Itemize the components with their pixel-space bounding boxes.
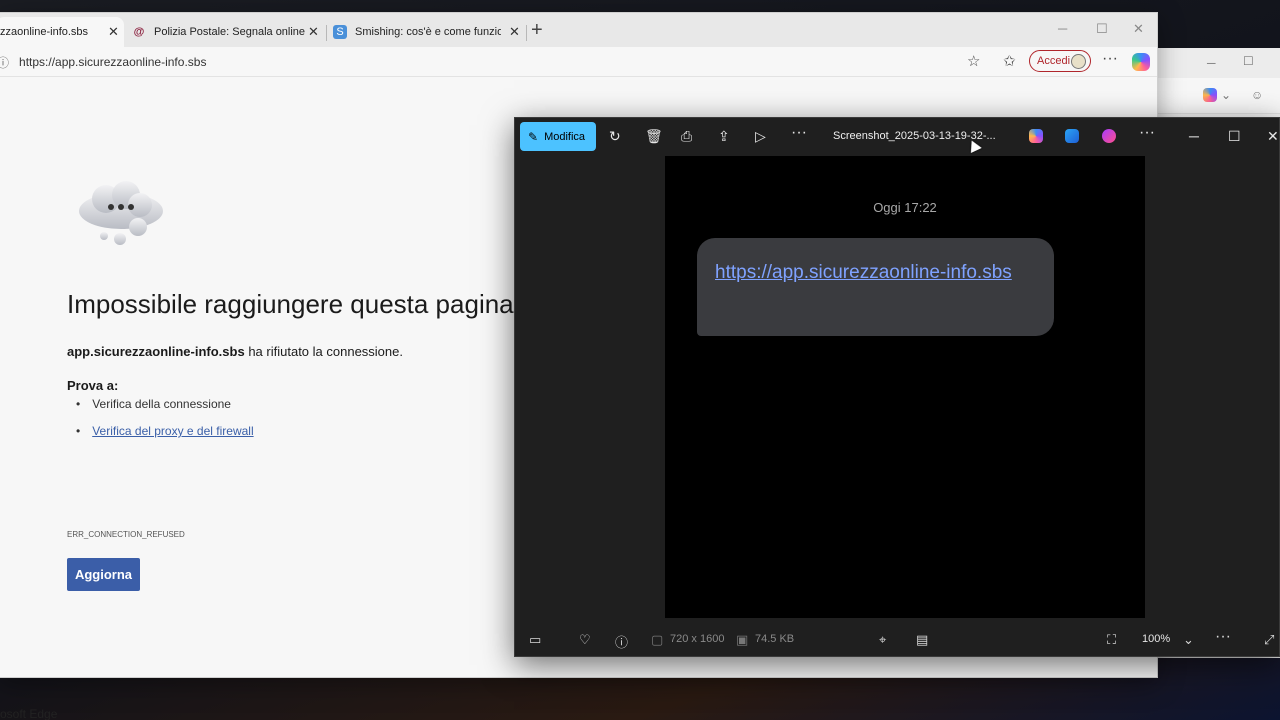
print-icon[interactable]: ⎙ [681,128,692,145]
close-tab-icon[interactable]: ✕ [308,24,319,40]
dimensions-icon: ▢ [651,632,664,647]
list-item: • Verifica del proxy e del firewall [76,424,254,438]
profile-icon[interactable]: ☺ [1251,88,1263,102]
clipchamp-icon[interactable] [1102,129,1116,143]
tab-title: zzaonline-info.sbs [0,26,89,38]
viewer-toolbar: ✎ Modifica ↻ 🗑 ⎙ ⇪ ▷ ··· Screenshot_2025… [515,118,1279,156]
screenshot-image[interactable]: Oggi 17:22 https://app.sicurezzaonline-i… [665,156,1145,618]
error-code: ERR_CONNECTION_REFUSED [67,530,185,539]
zoom-level[interactable]: 100% [1142,633,1170,645]
background-titlebar: ─ ☐ [1151,48,1280,78]
favorite-star-icon[interactable]: ☆ [967,52,980,70]
more-options-icon[interactable]: ··· [1102,50,1118,68]
copilot-icon[interactable] [1029,129,1043,143]
list-item: • Verifica della connessione [76,397,231,411]
error-host: app.sicurezzaonline-info.sbs [67,344,245,359]
visual-search-icon[interactable]: ⌖ [879,632,886,648]
tab-separator [526,25,527,41]
filmstrip-icon[interactable]: ▭ [529,632,541,648]
favorite-heart-icon[interactable]: ♡ [579,632,591,648]
chevron-down-icon[interactable]: ⌄ [1221,88,1231,102]
sad-cloud-icon [79,181,163,245]
tab-title: Smishing: cos'è e come funziona [355,26,501,38]
signin-label: Accedi [1037,55,1071,67]
maximize-icon[interactable]: ☐ [1096,21,1108,37]
brand-footer: osoft Edge [0,707,58,720]
delete-icon[interactable]: 🗑 [645,128,663,145]
sms-link: https://app.sicurezzaonline-info.sbs [715,262,1012,283]
more-options-icon[interactable]: ··· [791,124,807,142]
text-scan-icon[interactable]: ▤ [916,632,928,648]
browser-toolbar: ⓘ https://app.sicurezzaonline-info.sbs ☆… [0,47,1157,77]
minimize-icon[interactable]: ─ [1189,128,1199,144]
slideshow-icon[interactable]: ▷ [755,128,766,145]
signin-button[interactable]: Accedi [1029,50,1091,72]
at-sign-icon: @ [133,26,145,38]
maximize-icon[interactable]: ☐ [1243,54,1254,68]
info-icon[interactable]: ⓘ [0,54,9,71]
close-icon[interactable]: ✕ [1133,21,1144,37]
more-options-icon[interactable]: ··· [1139,124,1155,142]
save-size-icon: ▣ [736,632,749,647]
fullscreen-icon[interactable]: ⤢ [1264,632,1274,648]
edit-icon: ✎ [528,129,539,144]
tab-smishing[interactable]: S Smishing: cos'è e come funziona ✕ [333,17,523,47]
copilot-icon[interactable] [1203,88,1217,102]
error-title: Impossibile raggiungere questa pagina [67,289,514,319]
rotate-icon[interactable]: ↻ [609,128,621,145]
avatar [1071,54,1086,69]
proxy-firewall-link[interactable]: Verifica del proxy e del firewall [92,424,253,438]
fit-to-window-icon[interactable]: ⛶ [1107,632,1116,648]
tab-separator [326,25,327,41]
try-label: Prova a: [67,378,119,393]
close-icon[interactable]: ✕ [1267,128,1279,145]
error-message: app.sicurezzaonline-info.sbs ha rifiutat… [67,344,403,359]
maximize-icon[interactable]: ☐ [1228,128,1241,145]
error-reason: ha rifiutato la connessione. [248,344,403,359]
close-tab-icon[interactable]: ✕ [509,24,520,40]
background-toolbar: ⌄ ☺ [1151,78,1280,114]
address-bar[interactable]: ⓘ https://app.sicurezzaonline-info.sbs [0,50,990,74]
page-icon: S [333,25,347,39]
tab-title: Polizia Postale: Segnala online [154,26,306,38]
tab-strip: zzaonline-info.sbs ✕ @ Polizia Postale: … [0,13,1157,47]
new-tab-button[interactable]: + [531,20,543,40]
tab-polizia-postale[interactable]: @ Polizia Postale: Segnala online ✕ [132,17,322,47]
image-dimensions: 720 x 1600 [670,633,725,645]
viewer-statusbar: ▭ ♡ ⓘ ▢ 720 x 1600 ▣ 74.5 KB ⌖ ▤ ⛶ 100% … [515,620,1280,658]
close-tab-icon[interactable]: ✕ [108,24,119,40]
share-icon[interactable]: ⇪ [718,128,730,145]
edit-label: Modifica [544,130,586,143]
designer-icon[interactable] [1065,129,1079,143]
more-options-icon[interactable]: ··· [1215,628,1231,646]
sms-timestamp: Oggi 17:22 [873,200,937,215]
minimize-icon[interactable]: ─ [1207,56,1216,70]
suggestion-text: Verifica della connessione [92,397,231,411]
chevron-down-icon[interactable]: ⌄ [1183,632,1194,648]
photos-viewer-window: ✎ Modifica ↻ 🗑 ⎙ ⇪ ▷ ··· Screenshot_2025… [514,117,1280,657]
favorites-icon[interactable]: ✩ [1003,52,1016,70]
minimize-icon[interactable]: ─ [1058,21,1067,36]
info-icon[interactable]: ⓘ [615,632,628,651]
edit-button[interactable]: ✎ Modifica [520,122,596,151]
copilot-icon[interactable] [1132,53,1150,71]
tab-active[interactable]: zzaonline-info.sbs ✕ [0,17,124,47]
sms-message-bubble: https://app.sicurezzaonline-info.sbs [697,238,1054,336]
url-text: https://app.sicurezzaonline-info.sbs [19,55,207,69]
reload-button[interactable]: Aggiorna [67,558,140,591]
file-size: 74.5 KB [755,633,795,645]
